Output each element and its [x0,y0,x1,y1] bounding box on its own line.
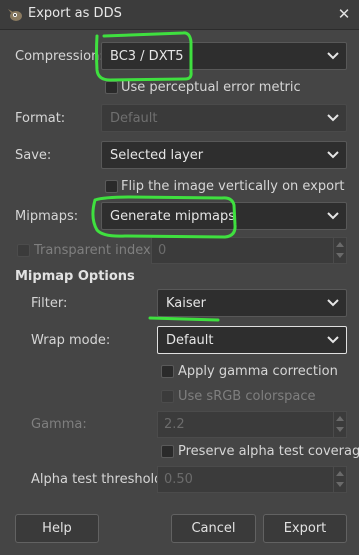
chevron-down-icon [327,336,339,344]
chevron-down-icon [327,151,339,159]
flip-checkbox[interactable] [105,180,118,193]
perceptual-checkbox[interactable] [105,81,118,94]
mipmaps-label: Mipmaps: [15,209,79,224]
title-bar: Export as DDS ✕ [0,0,359,30]
alpha-threshold-value: 0.50 [164,472,193,487]
filter-label: Filter: [31,296,68,311]
spinner-arrows[interactable] [333,238,346,263]
flip-label: Flip the image vertically on export [121,179,345,194]
save-value: Selected layer [110,148,204,163]
format-value: Default [110,111,158,126]
compression-label: Compression: [15,49,104,64]
gamma-correction-checkbox[interactable] [161,365,174,378]
srgb-checkbox[interactable] [161,390,174,403]
arrow-down-icon [336,482,344,487]
compression-dropdown[interactable]: BC3 / DXT5 [101,42,347,70]
srgb-label: Use sRGB colorspace [178,389,316,404]
alpha-threshold-label: Alpha test threshold: [31,472,167,487]
gamma-correction-label: Apply gamma correction [178,364,338,379]
chevron-down-icon [327,52,339,60]
arrow-up-icon [336,242,344,247]
wrap-mode-dropdown[interactable]: Default [157,326,347,354]
filter-value: Kaiser [166,296,206,311]
arrow-down-icon [336,253,344,258]
window-title: Export as DDS [28,6,122,21]
mipmaps-value: Generate mipmaps [110,209,236,224]
filter-dropdown[interactable]: Kaiser [157,289,347,317]
perceptual-label: Use perceptual error metric [121,80,301,95]
mipmaps-dropdown[interactable]: Generate mipmaps [101,202,347,230]
export-button[interactable]: Export [263,514,347,543]
help-button[interactable]: Help [15,514,99,543]
wrap-mode-label: Wrap mode: [31,333,111,348]
arrow-down-icon [336,427,344,432]
preserve-alpha-label: Preserve alpha test coverage [178,444,359,459]
close-icon[interactable]: ✕ [333,4,355,24]
format-dropdown[interactable]: Default [101,104,347,132]
gamma-label: Gamma: [31,417,87,432]
save-dropdown[interactable]: Selected layer [101,141,347,169]
chevron-down-icon [327,212,339,220]
format-label: Format: [15,111,66,126]
save-label: Save: [15,148,52,163]
transparent-index-checkbox[interactable] [17,244,30,257]
gamma-value: 2.2 [164,417,185,432]
chevron-down-icon [327,114,339,122]
transparent-index-value: 0 [158,243,167,258]
chevron-down-icon [327,299,339,307]
alpha-threshold-spinner[interactable]: 0.50 [157,466,347,493]
gamma-spinner[interactable]: 2.2 [157,411,347,438]
arrow-up-icon [336,416,344,421]
filter-underline-mark [148,316,220,322]
spinner-arrows[interactable] [333,467,346,492]
compression-value: BC3 / DXT5 [110,49,184,64]
mipmap-options-heading: Mipmap Options [15,269,135,284]
transparent-index-spinner[interactable]: 0 [151,237,347,264]
transparent-index-label: Transparent index: [34,243,156,258]
cancel-button[interactable]: Cancel [171,514,256,543]
arrow-up-icon [336,471,344,476]
spinner-arrows[interactable] [333,412,346,437]
wrap-mode-value: Default [166,333,214,348]
gimp-app-icon [8,9,22,21]
preserve-alpha-checkbox[interactable] [161,445,174,458]
